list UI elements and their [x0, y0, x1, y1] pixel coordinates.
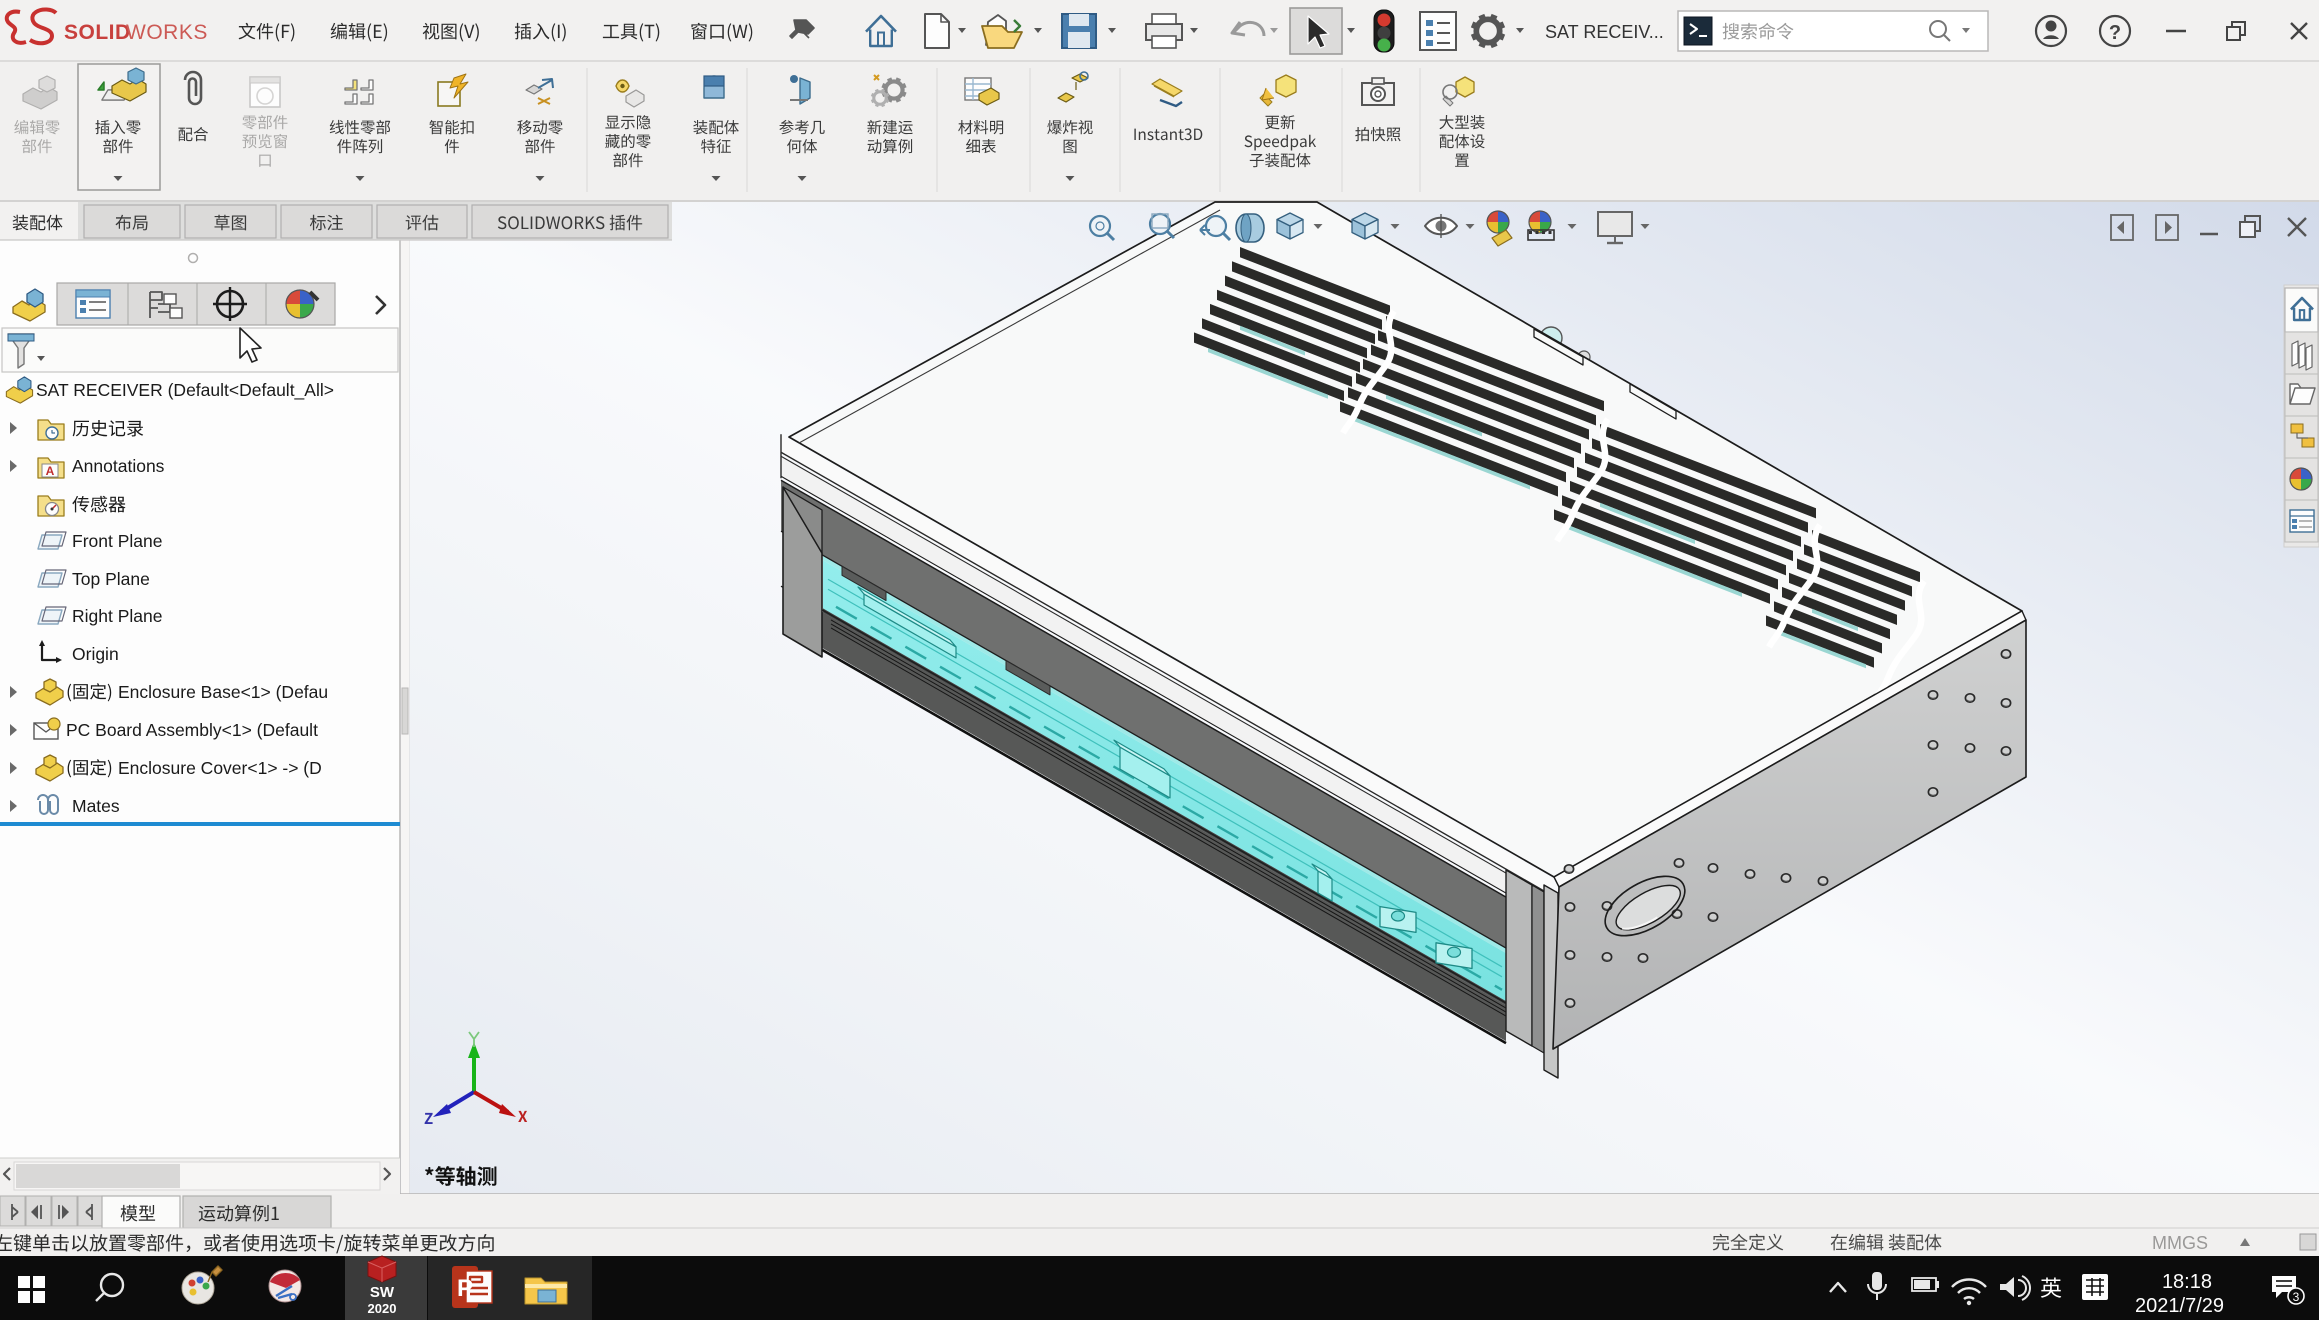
svg-text:A: A	[46, 464, 55, 478]
svg-text:Mates: Mates	[72, 796, 120, 816]
svg-text:3: 3	[2293, 1290, 2300, 1304]
svg-text:2020: 2020	[368, 1301, 397, 1316]
svg-text:PC Board Assembly<1> (Default: PC Board Assembly<1> (Default	[66, 720, 318, 740]
svg-text:Front Plane: Front Plane	[72, 531, 162, 551]
svg-text:SOLID: SOLID	[64, 21, 131, 44]
svg-text:18:18: 18:18	[2162, 1271, 2212, 1293]
svg-text:MMGS: MMGS	[2152, 1233, 2208, 1253]
svg-text:SW: SW	[370, 1284, 395, 1301]
svg-text:Enclosure Cover<1> -> (D: Enclosure Cover<1> -> (D	[118, 758, 322, 778]
svg-text:SAT RECEIVER (Default<Default: SAT RECEIVER (Default<Default_All>	[36, 380, 334, 401]
svg-text:SAT RECEIV...: SAT RECEIV...	[1545, 22, 1664, 42]
svg-text:Annotations: Annotations	[72, 456, 165, 476]
svg-text:P: P	[457, 1275, 473, 1302]
svg-text:2021/7/29: 2021/7/29	[2135, 1295, 2224, 1317]
svg-text:Right Plane: Right Plane	[72, 606, 162, 626]
svg-text:Top Plane: Top Plane	[72, 569, 150, 589]
svg-text:Enclosure Base<1> (Defau: Enclosure Base<1> (Defau	[118, 682, 328, 702]
svg-text:?: ?	[2109, 22, 2121, 44]
svg-text:Origin: Origin	[72, 644, 119, 664]
svg-text:WORKS: WORKS	[126, 21, 208, 44]
